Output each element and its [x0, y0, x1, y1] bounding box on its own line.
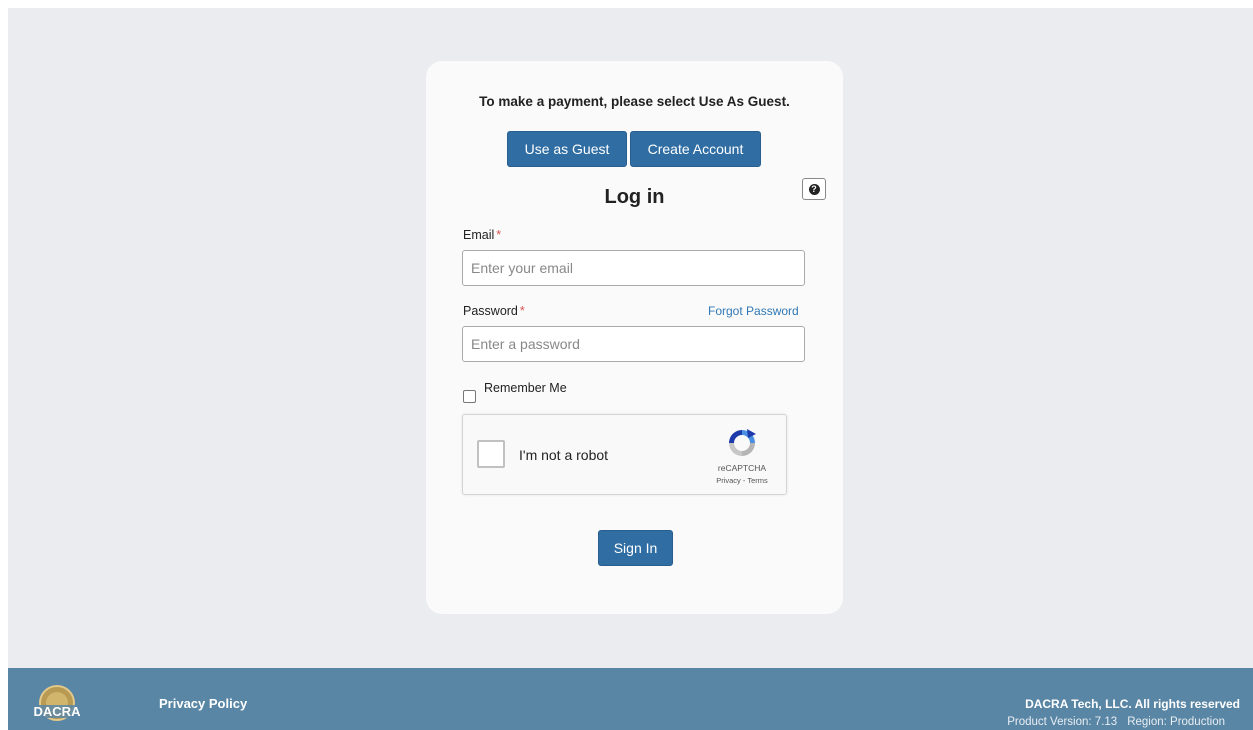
recaptcha-label: I'm not a robot	[519, 447, 609, 463]
login-card: To make a payment, please select Use As …	[426, 61, 843, 614]
password-required-marker: *	[519, 304, 525, 318]
recaptcha-logo-icon	[729, 429, 756, 456]
recaptcha-brand: reCAPTCHA	[717, 463, 767, 473]
guest-payment-message: To make a payment, please select Use As …	[479, 94, 790, 109]
login-title: Log in	[604, 186, 665, 208]
page-background: To make a payment, please select Use As …	[8, 8, 1253, 730]
recaptcha-terms-link[interactable]: Terms	[747, 476, 767, 485]
password-label-text: Password	[463, 304, 518, 318]
privacy-policy-link[interactable]: Privacy Policy	[159, 696, 247, 711]
recaptcha-privacy-link[interactable]: Privacy	[716, 476, 741, 485]
recaptcha-links: Privacy - Terms	[699, 476, 785, 485]
version-info: Product Version: 7.13 Region: Production	[1007, 716, 1225, 728]
remember-me-label[interactable]: Remember Me	[484, 381, 567, 395]
question-circle-icon: ?	[808, 183, 820, 195]
region: Region: Production	[1127, 716, 1225, 728]
recaptcha-checkbox[interactable]	[477, 440, 505, 468]
logo-text: DACRA	[34, 704, 82, 719]
use-as-guest-button[interactable]: Use as Guest	[507, 131, 627, 167]
password-input[interactable]	[462, 326, 805, 362]
password-label: Password *	[463, 304, 525, 318]
dacra-logo: DACRA	[34, 685, 82, 721]
recaptcha-separator: -	[742, 476, 746, 485]
forgot-password-link[interactable]: Forgot Password	[708, 304, 799, 318]
product-version: Product Version: 7.13	[1007, 716, 1118, 728]
email-required-marker: *	[496, 228, 502, 242]
sign-in-button[interactable]: Sign In	[598, 530, 673, 566]
copyright-text: DACRA Tech, LLC. All rights reserved	[1025, 697, 1240, 711]
email-label: Email *	[463, 228, 501, 242]
email-input[interactable]	[462, 250, 805, 286]
footer: DACRA Privacy Policy DACRA Tech, LLC. Al…	[8, 668, 1253, 730]
remember-me-checkbox[interactable]	[463, 390, 476, 403]
recaptcha-widget: I'm not a robot reCAPTCHA Privacy - Term…	[462, 414, 787, 495]
create-account-button[interactable]: Create Account	[630, 131, 761, 167]
help-button[interactable]: ?	[802, 178, 826, 200]
email-label-text: Email	[463, 228, 495, 242]
